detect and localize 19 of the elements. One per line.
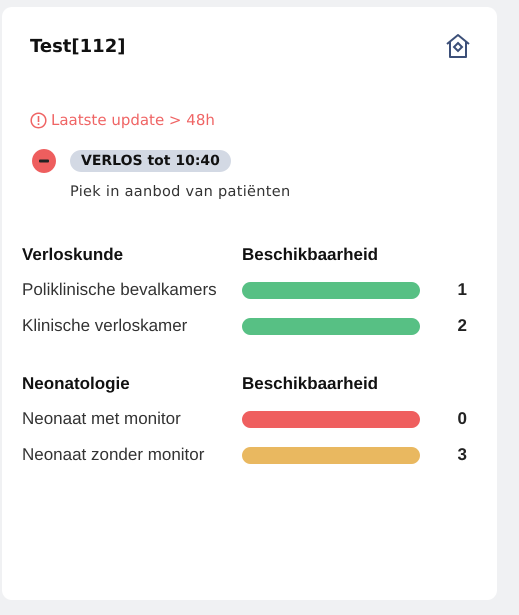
card-title: Test[112] — [30, 36, 126, 56]
availability-count: 0 — [456, 409, 468, 429]
status-badge: VERLOS tot 10:40 — [70, 150, 231, 172]
warning-icon — [30, 112, 47, 128]
row-label: Neonaat met monitor — [22, 408, 182, 430]
minus-circle-icon — [32, 149, 56, 173]
row-label: Neonaat zonder monitor — [22, 444, 206, 466]
warning-text: Laatste update > 48h — [51, 111, 215, 129]
availability-count: 2 — [456, 316, 468, 336]
home-icon[interactable] — [444, 33, 472, 59]
availability-count: 1 — [456, 280, 468, 300]
section-heading: Neonatologie — [22, 374, 131, 394]
column-heading: Beschikbaarheid — [242, 245, 380, 265]
row-label: Poliklinische bevalkamers — [22, 279, 218, 301]
section-heading: Verloskunde — [22, 245, 124, 265]
availability-count: 3 — [456, 444, 468, 464]
status-reason: Piek in aanbod van patiënten — [70, 184, 292, 200]
column-heading: Beschikbaarheid — [242, 374, 380, 394]
row-label: Klinische verloskamer — [22, 314, 188, 336]
